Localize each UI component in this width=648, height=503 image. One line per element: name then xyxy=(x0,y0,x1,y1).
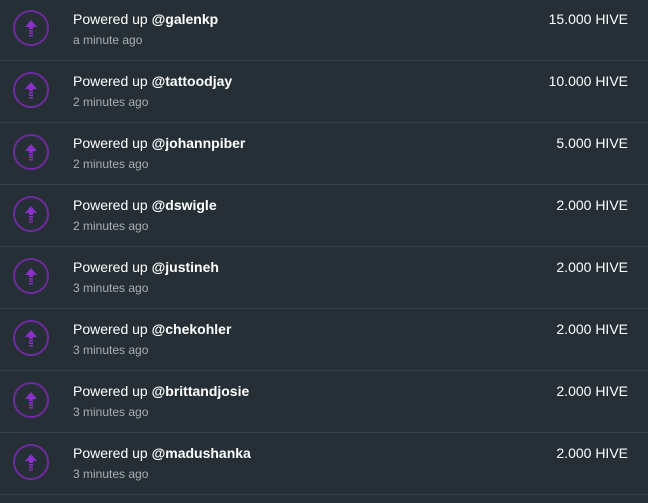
activity-amount: 2.000 HIVE xyxy=(556,445,628,461)
activity-timestamp: 3 minutes ago xyxy=(73,343,149,357)
activity-timestamp: 2 minutes ago xyxy=(73,219,149,233)
activity-timestamp: 3 minutes ago xyxy=(73,467,149,481)
activity-action: Powered up xyxy=(73,73,148,89)
username-link[interactable]: @brittandjosie xyxy=(152,383,250,399)
activity-timestamp: 3 minutes ago xyxy=(73,281,149,295)
username-link[interactable]: @chekohler xyxy=(152,321,232,337)
activity-row[interactable]: Powered up @johannpiber 2 minutes ago 5.… xyxy=(0,123,648,185)
power-up-arrow-icon xyxy=(13,10,49,46)
activity-amount: 5.000 HIVE xyxy=(556,135,628,151)
activity-action: Powered up xyxy=(73,259,148,275)
activity-action: Powered up xyxy=(73,445,148,461)
username-link[interactable]: @justineh xyxy=(152,259,219,275)
activity-amount: 2.000 HIVE xyxy=(556,259,628,275)
activity-title: Powered up @dswigle xyxy=(73,196,217,214)
power-up-arrow-icon xyxy=(13,444,49,480)
activity-list: Powered up @galenkp a minute ago 15.000 … xyxy=(0,0,648,495)
activity-amount: 15.000 HIVE xyxy=(548,11,628,27)
activity-row[interactable]: Powered up @galenkp a minute ago 15.000 … xyxy=(0,0,648,61)
activity-row[interactable]: Powered up @dswigle 2 minutes ago 2.000 … xyxy=(0,185,648,247)
power-up-arrow-icon xyxy=(13,320,49,356)
username-link[interactable]: @madushanka xyxy=(152,445,251,461)
activity-title: Powered up @justineh xyxy=(73,258,219,276)
activity-amount: 2.000 HIVE xyxy=(556,383,628,399)
activity-row[interactable]: Powered up @tattoodjay 2 minutes ago 10.… xyxy=(0,61,648,123)
activity-action: Powered up xyxy=(73,383,148,399)
activity-action: Powered up xyxy=(73,135,148,151)
activity-title: Powered up @galenkp xyxy=(73,10,218,28)
activity-title: Powered up @tattoodjay xyxy=(73,72,232,90)
activity-row[interactable]: Powered up @brittandjosie 3 minutes ago … xyxy=(0,371,648,433)
activity-title: Powered up @madushanka xyxy=(73,444,251,462)
activity-timestamp: 2 minutes ago xyxy=(73,157,149,171)
power-up-arrow-icon xyxy=(13,258,49,294)
activity-amount: 10.000 HIVE xyxy=(548,73,628,89)
username-link[interactable]: @dswigle xyxy=(152,197,217,213)
power-up-arrow-icon xyxy=(13,196,49,232)
activity-timestamp: 3 minutes ago xyxy=(73,405,149,419)
activity-action: Powered up xyxy=(73,197,148,213)
power-up-arrow-icon xyxy=(13,134,49,170)
activity-amount: 2.000 HIVE xyxy=(556,197,628,213)
activity-action: Powered up xyxy=(73,321,148,337)
activity-title: Powered up @brittandjosie xyxy=(73,382,249,400)
activity-action: Powered up xyxy=(73,11,148,27)
power-up-arrow-icon xyxy=(13,382,49,418)
activity-row[interactable]: Powered up @madushanka 3 minutes ago 2.0… xyxy=(0,433,648,495)
activity-row[interactable]: Powered up @chekohler 3 minutes ago 2.00… xyxy=(0,309,648,371)
activity-title: Powered up @johannpiber xyxy=(73,134,245,152)
username-link[interactable]: @galenkp xyxy=(152,11,219,27)
power-up-arrow-icon xyxy=(13,72,49,108)
activity-row[interactable]: Powered up @justineh 3 minutes ago 2.000… xyxy=(0,247,648,309)
activity-timestamp: 2 minutes ago xyxy=(73,95,149,109)
username-link[interactable]: @johannpiber xyxy=(152,135,246,151)
activity-title: Powered up @chekohler xyxy=(73,320,231,338)
username-link[interactable]: @tattoodjay xyxy=(152,73,233,89)
activity-amount: 2.000 HIVE xyxy=(556,321,628,337)
activity-timestamp: a minute ago xyxy=(73,33,143,47)
